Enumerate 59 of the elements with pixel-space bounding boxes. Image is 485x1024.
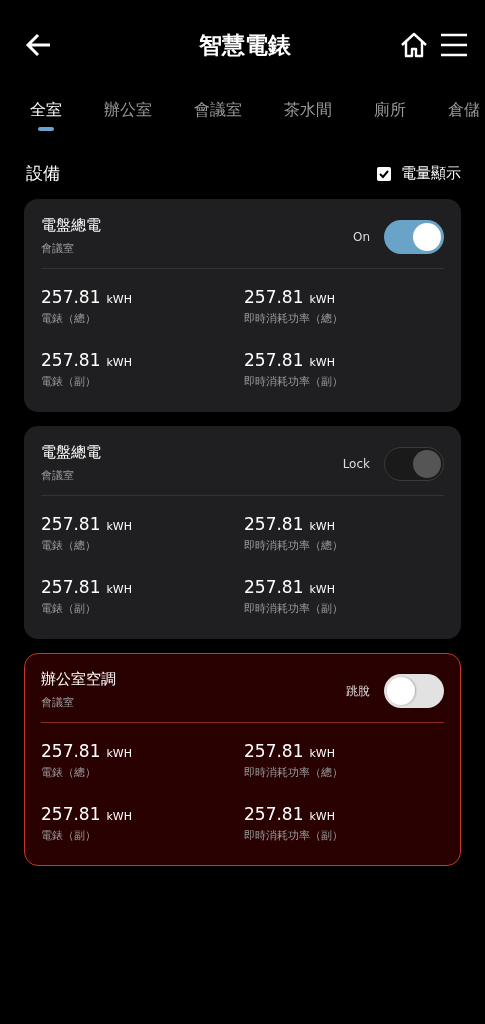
reading-unit: kWH: [106, 293, 132, 306]
toggle-switch[interactable]: [384, 447, 444, 481]
reading-unit: kWH: [309, 747, 335, 760]
reading-value: 257.81: [244, 350, 304, 370]
room-tab[interactable]: 廁所: [374, 100, 406, 140]
device-room: 會議室: [41, 695, 75, 710]
room-tab[interactable]: 倉儲: [448, 100, 480, 140]
reading-unit: kWH: [106, 583, 132, 596]
reading-value: 257.81: [41, 741, 101, 761]
status-label: 跳脫: [346, 682, 370, 700]
reading-unit: kWH: [309, 810, 335, 823]
reading-label: 電錶（總）: [41, 538, 97, 553]
status-label: On: [352, 230, 370, 244]
reading-label: 即時消耗功率（總）: [244, 765, 344, 780]
checkbox-label: 電量顯示: [401, 164, 461, 183]
room-tab[interactable]: 全室: [30, 100, 62, 140]
reading-value: 257.81: [41, 514, 101, 534]
home-icon[interactable]: [399, 30, 429, 60]
reading-label: 電錶（總）: [41, 311, 97, 326]
section-title: 設備: [26, 162, 60, 185]
reading-label: 即時消耗功率（副）: [244, 828, 344, 843]
device-room: 會議室: [41, 241, 75, 256]
reading-unit: kWH: [309, 520, 335, 533]
checkbox[interactable]: [377, 166, 391, 181]
reading-label: 即時消耗功率（總）: [244, 538, 344, 553]
room-tab[interactable]: 茶水間: [284, 100, 332, 140]
reading-label: 即時消耗功率（副）: [244, 374, 344, 389]
reading-unit: kWH: [309, 356, 335, 369]
room-tab[interactable]: 辦公室: [104, 100, 152, 140]
device-room: 會議室: [41, 468, 75, 483]
reading-value: 257.81: [41, 287, 101, 307]
status-label: Lock: [342, 457, 370, 471]
toggle-switch[interactable]: [384, 220, 444, 254]
reading-unit: kWH: [309, 583, 335, 596]
reading-value: 257.81: [41, 350, 101, 370]
device-name: 電盤總電: [41, 216, 101, 235]
reading-label: 電錶（副）: [41, 374, 97, 389]
reading-value: 257.81: [244, 741, 304, 761]
reading-unit: kWH: [106, 520, 132, 533]
reading-label: 電錶（副）: [41, 601, 97, 616]
reading-unit: kWH: [106, 747, 132, 760]
reading-value: 257.81: [244, 514, 304, 534]
reading-label: 電錶（副）: [41, 828, 97, 843]
toggle-switch[interactable]: [384, 674, 444, 708]
reading-value: 257.81: [244, 577, 304, 597]
room-tab[interactable]: 會議室: [194, 100, 242, 140]
page-title: 智慧電錶: [197, 30, 292, 60]
device-name: 電盤總電: [41, 443, 101, 462]
reading-value: 257.81: [244, 287, 304, 307]
reading-label: 即時消耗功率（副）: [244, 601, 344, 616]
reading-label: 電錶（總）: [41, 765, 97, 780]
reading-unit: kWH: [106, 810, 132, 823]
reading-unit: kWH: [309, 293, 335, 306]
reading-value: 257.81: [41, 804, 101, 824]
reading-value: 257.81: [244, 804, 304, 824]
device-name: 辦公室空調: [41, 670, 116, 689]
reading-unit: kWH: [106, 356, 132, 369]
reading-label: 即時消耗功率（總）: [244, 311, 344, 326]
reading-value: 257.81: [41, 577, 101, 597]
